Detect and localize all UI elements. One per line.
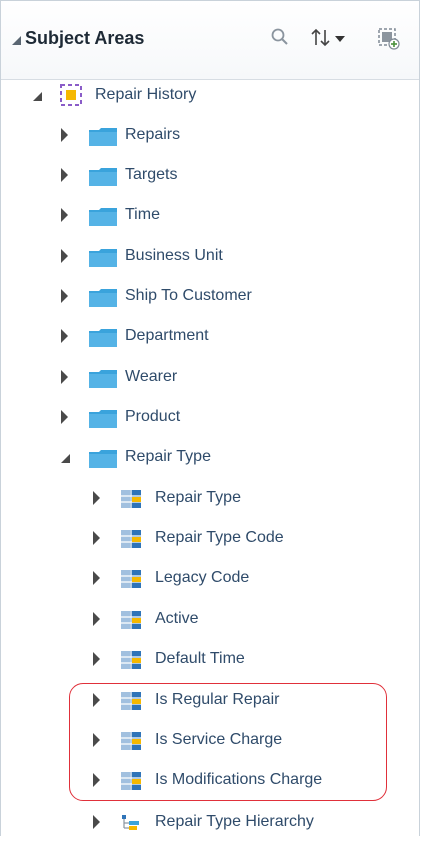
search-icon[interactable] xyxy=(270,27,290,52)
column-icon xyxy=(121,731,141,761)
tree-label: Is Service Charge xyxy=(155,731,283,748)
tree-column-default-time[interactable]: Default Time xyxy=(1,644,421,674)
expand-arrow-icon[interactable] xyxy=(61,289,68,303)
folder-icon xyxy=(89,328,117,358)
expand-arrow-icon[interactable] xyxy=(93,571,100,585)
tree-label: Is Modifications Charge xyxy=(155,771,323,788)
expand-arrow-icon[interactable] xyxy=(61,329,68,343)
folder-icon xyxy=(89,449,117,479)
collapse-arrow-icon[interactable] xyxy=(61,454,70,463)
collapse-arrow-icon[interactable] xyxy=(33,92,42,101)
expand-arrow-icon[interactable] xyxy=(93,693,100,707)
column-icon xyxy=(121,610,141,640)
expand-arrow-icon[interactable] xyxy=(61,249,68,263)
tree-column-repair-type[interactable]: Repair Type xyxy=(1,483,421,513)
column-icon xyxy=(121,771,141,801)
expand-arrow-icon[interactable] xyxy=(61,410,68,424)
folder-icon xyxy=(89,409,117,439)
tree-column-legacy-code[interactable]: Legacy Code xyxy=(1,563,421,593)
tree-folder-product[interactable]: Product xyxy=(1,402,421,432)
tree-label: Repair Type Code xyxy=(155,529,284,546)
tree-label: Legacy Code xyxy=(155,569,250,586)
tree-label: Department xyxy=(125,327,209,344)
panel-title: Subject Areas xyxy=(25,28,145,48)
tree-label: Product xyxy=(125,408,181,425)
tree-label: Active xyxy=(155,610,199,627)
column-icon xyxy=(121,650,141,680)
expand-arrow-icon[interactable] xyxy=(93,773,100,787)
expand-arrow-icon[interactable] xyxy=(61,370,68,384)
expand-arrow-icon[interactable] xyxy=(93,612,100,626)
hierarchy-icon xyxy=(121,813,141,843)
column-icon xyxy=(121,489,141,519)
collapse-panel-icon[interactable] xyxy=(12,36,21,45)
tree-label: Ship To Customer xyxy=(125,287,252,304)
expand-arrow-icon[interactable] xyxy=(61,168,68,182)
expand-arrow-icon[interactable] xyxy=(61,208,68,222)
tree-label: Default Time xyxy=(155,650,245,667)
tree-column-is-regular-repair[interactable]: Is Regular Repair xyxy=(1,685,421,715)
expand-arrow-icon[interactable] xyxy=(93,733,100,747)
folder-icon xyxy=(89,288,117,318)
tree-folder-repairs[interactable]: Repairs xyxy=(1,120,421,150)
subject-area-icon xyxy=(60,84,82,117)
tree-label: Wearer xyxy=(125,368,178,385)
tree-folder-repair-type[interactable]: Repair Type xyxy=(1,442,421,472)
panel-header: Subject Areas xyxy=(1,1,419,80)
tree-root-repair-history[interactable]: Repair History xyxy=(1,80,421,110)
sort-icon[interactable] xyxy=(311,27,353,54)
tree-column-is-modifications-charge[interactable]: Is Modifications Charge xyxy=(1,765,421,795)
tree-label: Repair Type xyxy=(155,489,241,506)
expand-arrow-icon[interactable] xyxy=(93,491,100,505)
tree-column-is-service-charge[interactable]: Is Service Charge xyxy=(1,725,421,755)
column-icon xyxy=(121,529,141,559)
expand-arrow-icon[interactable] xyxy=(93,815,100,829)
tree-folder-ship-to-customer[interactable]: Ship To Customer xyxy=(1,281,421,311)
folder-icon xyxy=(89,207,117,237)
expand-arrow-icon[interactable] xyxy=(61,128,68,142)
folder-icon xyxy=(89,167,117,197)
tree-folder-department[interactable]: Department xyxy=(1,321,421,351)
tree-hierarchy-repair-type-hierarchy[interactable]: Repair Type Hierarchy xyxy=(1,807,421,837)
tree-label: Targets xyxy=(125,166,178,183)
column-icon xyxy=(121,691,141,721)
tree-column-active[interactable]: Active xyxy=(1,604,421,634)
tree-folder-wearer[interactable]: Wearer xyxy=(1,362,421,392)
tree-label: Repair Type xyxy=(125,448,211,465)
tree-folder-time[interactable]: Time xyxy=(1,200,421,230)
tree-label: Repair Type Hierarchy xyxy=(155,813,314,830)
tree-label: Repairs xyxy=(125,126,181,143)
tree-folder-business-unit[interactable]: Business Unit xyxy=(1,241,421,271)
folder-icon xyxy=(89,127,117,157)
expand-arrow-icon[interactable] xyxy=(93,652,100,666)
tree-label: Business Unit xyxy=(125,247,223,264)
add-subject-area-icon[interactable] xyxy=(377,27,401,56)
tree-label: Is Regular Repair xyxy=(155,691,280,708)
folder-icon xyxy=(89,369,117,399)
folder-icon xyxy=(89,248,117,278)
tree-label: Time xyxy=(125,206,160,223)
column-icon xyxy=(121,569,141,599)
subject-areas-panel: Subject Areas Repair History Repairs Tar… xyxy=(0,0,420,836)
tree-folder-targets[interactable]: Targets xyxy=(1,160,421,190)
tree-column-repair-type-code[interactable]: Repair Type Code xyxy=(1,523,421,553)
expand-arrow-icon[interactable] xyxy=(93,531,100,545)
tree-label: Repair History xyxy=(95,86,197,103)
